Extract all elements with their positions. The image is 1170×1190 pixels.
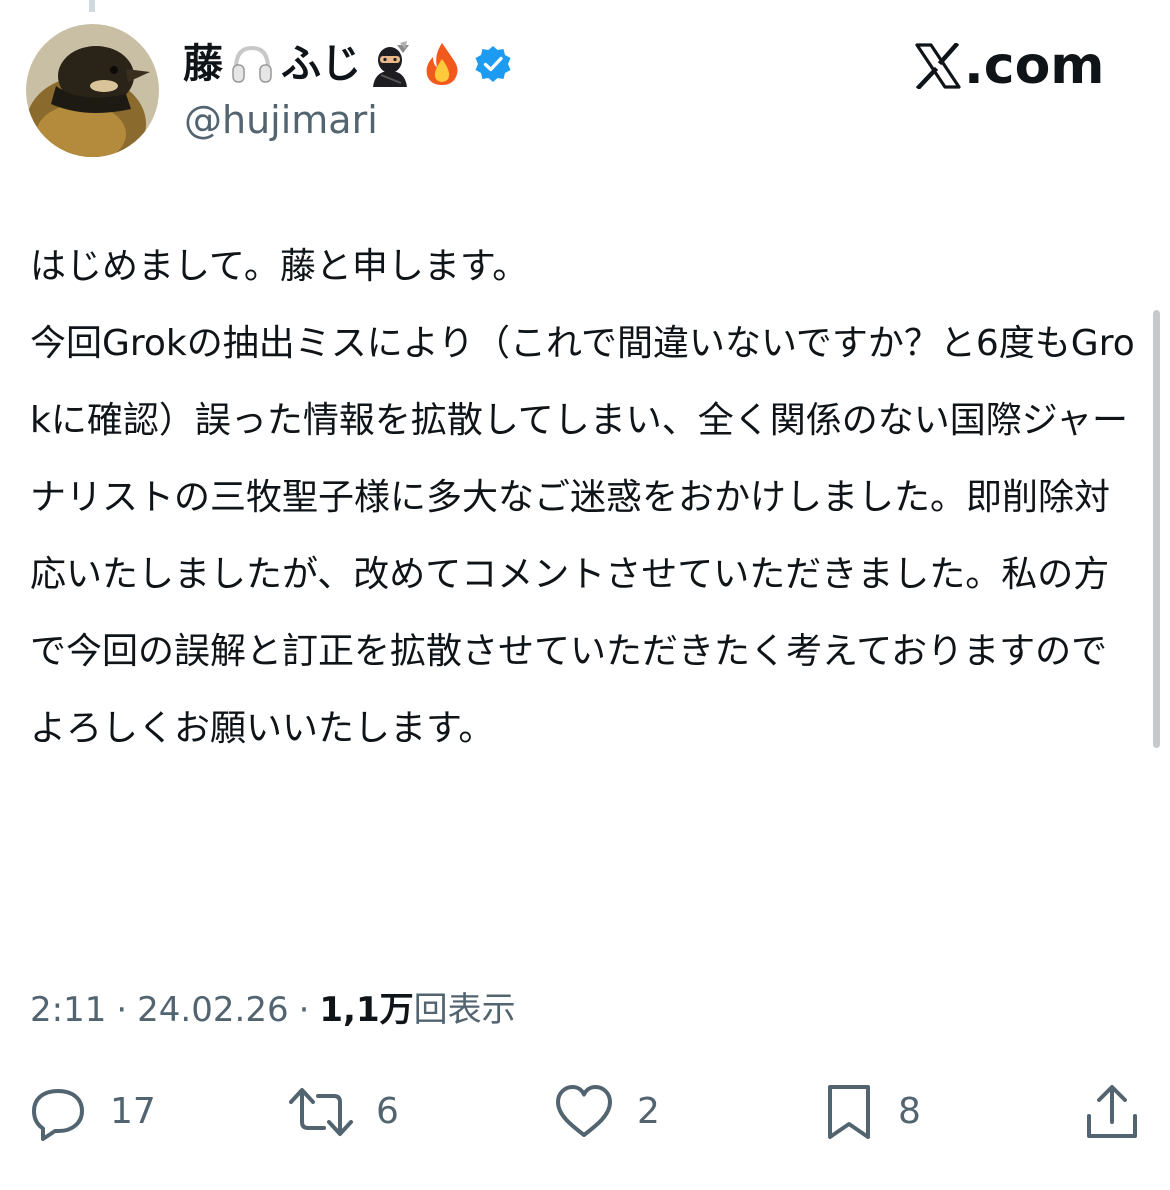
thread-connector bbox=[89, 0, 95, 12]
bookmark-button[interactable]: 8 bbox=[822, 1082, 921, 1142]
separator-dot: · bbox=[298, 990, 310, 1030]
retweet-button[interactable]: 6 bbox=[288, 1082, 399, 1142]
scrollbar[interactable] bbox=[1153, 310, 1160, 748]
reply-button[interactable]: 17 bbox=[28, 1082, 156, 1142]
separator-dot: · bbox=[116, 990, 128, 1030]
view-count-label: 回表示 bbox=[413, 990, 516, 1030]
verified-badge-icon bbox=[473, 44, 513, 84]
user-avatar[interactable] bbox=[26, 24, 159, 157]
display-name-prefix: 藤 bbox=[183, 41, 223, 87]
like-count: 2 bbox=[637, 1091, 660, 1132]
tweet-metadata: 2:11 · 24.02.26 · 1,1万回表示 bbox=[30, 985, 516, 1035]
tweet-date[interactable]: 24.02.26 bbox=[137, 990, 288, 1030]
view-count: 1,1万 bbox=[319, 990, 414, 1030]
share-icon bbox=[1087, 1085, 1137, 1138]
bookmark-count: 8 bbox=[898, 1091, 921, 1132]
fire-icon bbox=[419, 41, 465, 87]
site-logo: .com bbox=[914, 34, 1105, 98]
user-handle[interactable]: @hujimari bbox=[184, 96, 378, 144]
x-logo-icon bbox=[915, 43, 961, 89]
reply-count: 17 bbox=[110, 1091, 156, 1132]
display-name-mid: ふじ bbox=[281, 41, 361, 87]
share-button[interactable] bbox=[1083, 1082, 1141, 1142]
headphones-icon bbox=[229, 41, 275, 87]
reply-icon bbox=[32, 1089, 84, 1141]
retweet-icon bbox=[289, 1088, 353, 1136]
site-logo-text: .com bbox=[964, 36, 1105, 96]
like-button[interactable]: 2 bbox=[553, 1082, 660, 1142]
tweet-time[interactable]: 2:11 bbox=[30, 990, 106, 1030]
ninja-icon bbox=[367, 41, 413, 87]
retweet-count: 6 bbox=[376, 1091, 399, 1132]
avatar-bird-image bbox=[26, 24, 159, 157]
tweet-text: はじめまして。藤と申します。 今回Grokの抽出ミスにより（これで間違いないです… bbox=[30, 246, 1135, 749]
display-name[interactable]: 藤 ふじ bbox=[183, 36, 513, 92]
heart-icon bbox=[556, 1085, 612, 1137]
bookmark-icon bbox=[828, 1085, 870, 1139]
